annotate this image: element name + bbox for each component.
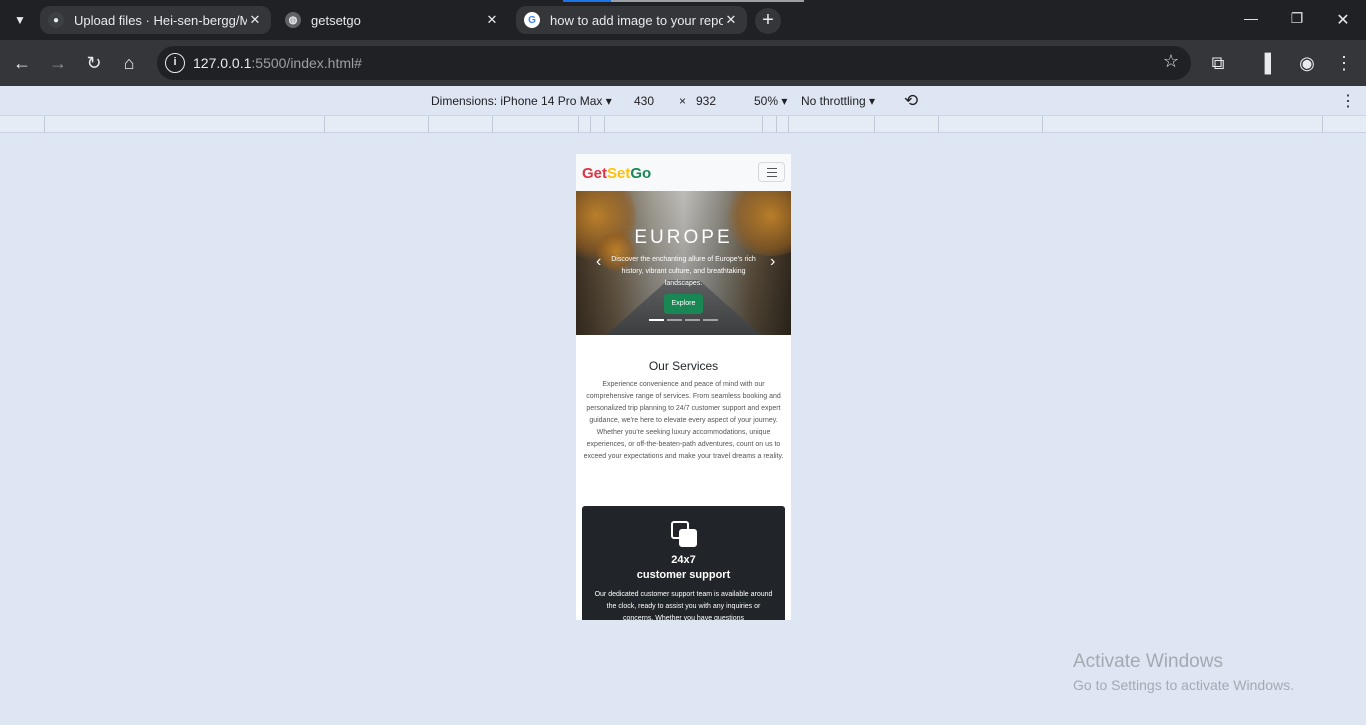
hero-caption: Discover the enchanting allure of Europe…: [611, 256, 756, 287]
support-card: 24x7 customer support Our dedicated custo…: [582, 506, 785, 620]
restore-icon[interactable]: ❐: [1287, 10, 1307, 27]
url-path: :5500/index.html#: [251, 55, 362, 71]
brand-go: Go: [630, 165, 652, 182]
device-height-input[interactable]: 932: [696, 94, 716, 108]
carousel-next-icon[interactable]: ›: [770, 253, 775, 271]
new-tab-button[interactable]: +: [755, 8, 781, 34]
card-title-line1: 24x7: [671, 554, 696, 566]
side-panel-icon[interactable]: ▌: [1259, 51, 1283, 75]
bookmark-star-icon[interactable]: ☆: [1163, 51, 1179, 72]
activate-windows-title: Activate Windows: [1073, 651, 1223, 672]
device-toolbar: Dimensions: iPhone 14 Pro Max ▾ 430 × 93…: [0, 86, 1366, 116]
browser-toolbar: ← → ↻ ⌂ i 127.0.0.1:5500/index.html# ☆ ⧉…: [0, 40, 1366, 86]
url-text[interactable]: 127.0.0.1:5500/index.html#: [193, 55, 362, 71]
reload-icon[interactable]: ↻: [82, 51, 106, 75]
throttling-select[interactable]: No throttling ▾: [801, 94, 875, 108]
tab-getsetgo[interactable]: ◍ getsetgo ✕: [277, 6, 508, 34]
navbar-toggler-button[interactable]: [758, 162, 785, 182]
support-card-title: 24x7 customer support: [582, 553, 785, 583]
minimize-icon[interactable]: —: [1241, 10, 1261, 26]
profile-avatar-icon[interactable]: ◉: [1295, 51, 1319, 75]
explore-button[interactable]: Explore: [664, 294, 703, 314]
site-brand[interactable]: GetSetGo: [582, 165, 651, 182]
forward-icon[interactable]: →: [46, 51, 70, 75]
menu-kebab-icon[interactable]: ⋮: [1332, 51, 1356, 75]
tab-close-icon[interactable]: ✕: [723, 12, 739, 28]
devtools-more-icon[interactable]: ⋮: [1340, 91, 1356, 111]
media-query-ruler[interactable]: [0, 116, 1366, 133]
window-close-icon[interactable]: ✕: [1333, 10, 1353, 30]
hero-title: EUROPE: [634, 227, 733, 248]
zoom-value: 50%: [754, 94, 779, 108]
carousel-indicators: [649, 319, 718, 321]
tab-loading-progress: [563, 0, 611, 2]
tab-upload-files[interactable]: ● Upload files · Hei-sen-bergg/M ✕: [40, 6, 271, 34]
device-dimensions-select[interactable]: Dimensions: iPhone 14 Pro Max ▾: [431, 94, 612, 108]
extensions-icon[interactable]: ⧉: [1206, 51, 1230, 75]
throttling-value: No throttling: [801, 94, 866, 108]
brand-set: Set: [607, 165, 631, 182]
device-width-input[interactable]: 430: [634, 94, 654, 108]
device-name: Dimensions: iPhone 14 Pro Max: [431, 94, 603, 108]
site-navbar: GetSetGo: [576, 154, 791, 191]
carousel-indicator[interactable]: [649, 319, 664, 321]
carousel-prev-icon[interactable]: ‹: [596, 253, 601, 271]
carousel-indicator[interactable]: [685, 319, 700, 321]
globe-icon: ◍: [285, 12, 301, 28]
tab-google-search[interactable]: G how to add image to your repo ✕: [516, 6, 747, 34]
device-viewport: GetSetGo ‹ › EUROPE Discover the enchant…: [576, 154, 791, 620]
tab-title: Upload files · Hei-sen-bergg/M: [74, 12, 247, 28]
activate-windows-subtitle: Go to Settings to activate Windows.: [1073, 677, 1294, 693]
brand-get: Get: [582, 165, 608, 182]
card-title-line2: customer support: [636, 569, 731, 581]
carousel-indicator[interactable]: [667, 319, 682, 321]
tab-close-icon[interactable]: ✕: [484, 12, 500, 28]
zoom-select[interactable]: 50% ▾: [754, 94, 787, 108]
address-bar[interactable]: i 127.0.0.1:5500/index.html# ☆: [157, 46, 1191, 80]
tab-search-chevron-icon[interactable]: ▼: [8, 8, 32, 32]
tab-close-icon[interactable]: ✕: [247, 12, 263, 28]
back-icon[interactable]: ←: [10, 51, 34, 75]
services-title: Our Services: [648, 359, 719, 373]
rotate-icon[interactable]: ⟲: [904, 91, 918, 111]
site-info-icon[interactable]: i: [165, 53, 185, 73]
tab-strip: ▼ ● Upload files · Hei-sen-bergg/M ✕ ◍ g…: [0, 0, 1366, 40]
google-icon: G: [524, 12, 540, 28]
tab-title: getsetgo: [311, 12, 361, 28]
times-separator: ×: [679, 94, 687, 108]
carousel-indicator[interactable]: [703, 319, 718, 321]
home-icon[interactable]: ⌂: [117, 51, 141, 75]
url-host: 127.0.0.1: [193, 55, 252, 71]
tab-title: how to add image to your repo: [550, 12, 723, 28]
support-card-text: Our dedicated customer support team is a…: [594, 591, 773, 620]
copy-squares-icon: [671, 521, 697, 547]
services-description: Experience convenience and peace of mind…: [583, 381, 784, 460]
hero-carousel: ‹ › EUROPE Discover the enchanting allur…: [576, 191, 791, 335]
github-icon: ●: [48, 12, 64, 28]
